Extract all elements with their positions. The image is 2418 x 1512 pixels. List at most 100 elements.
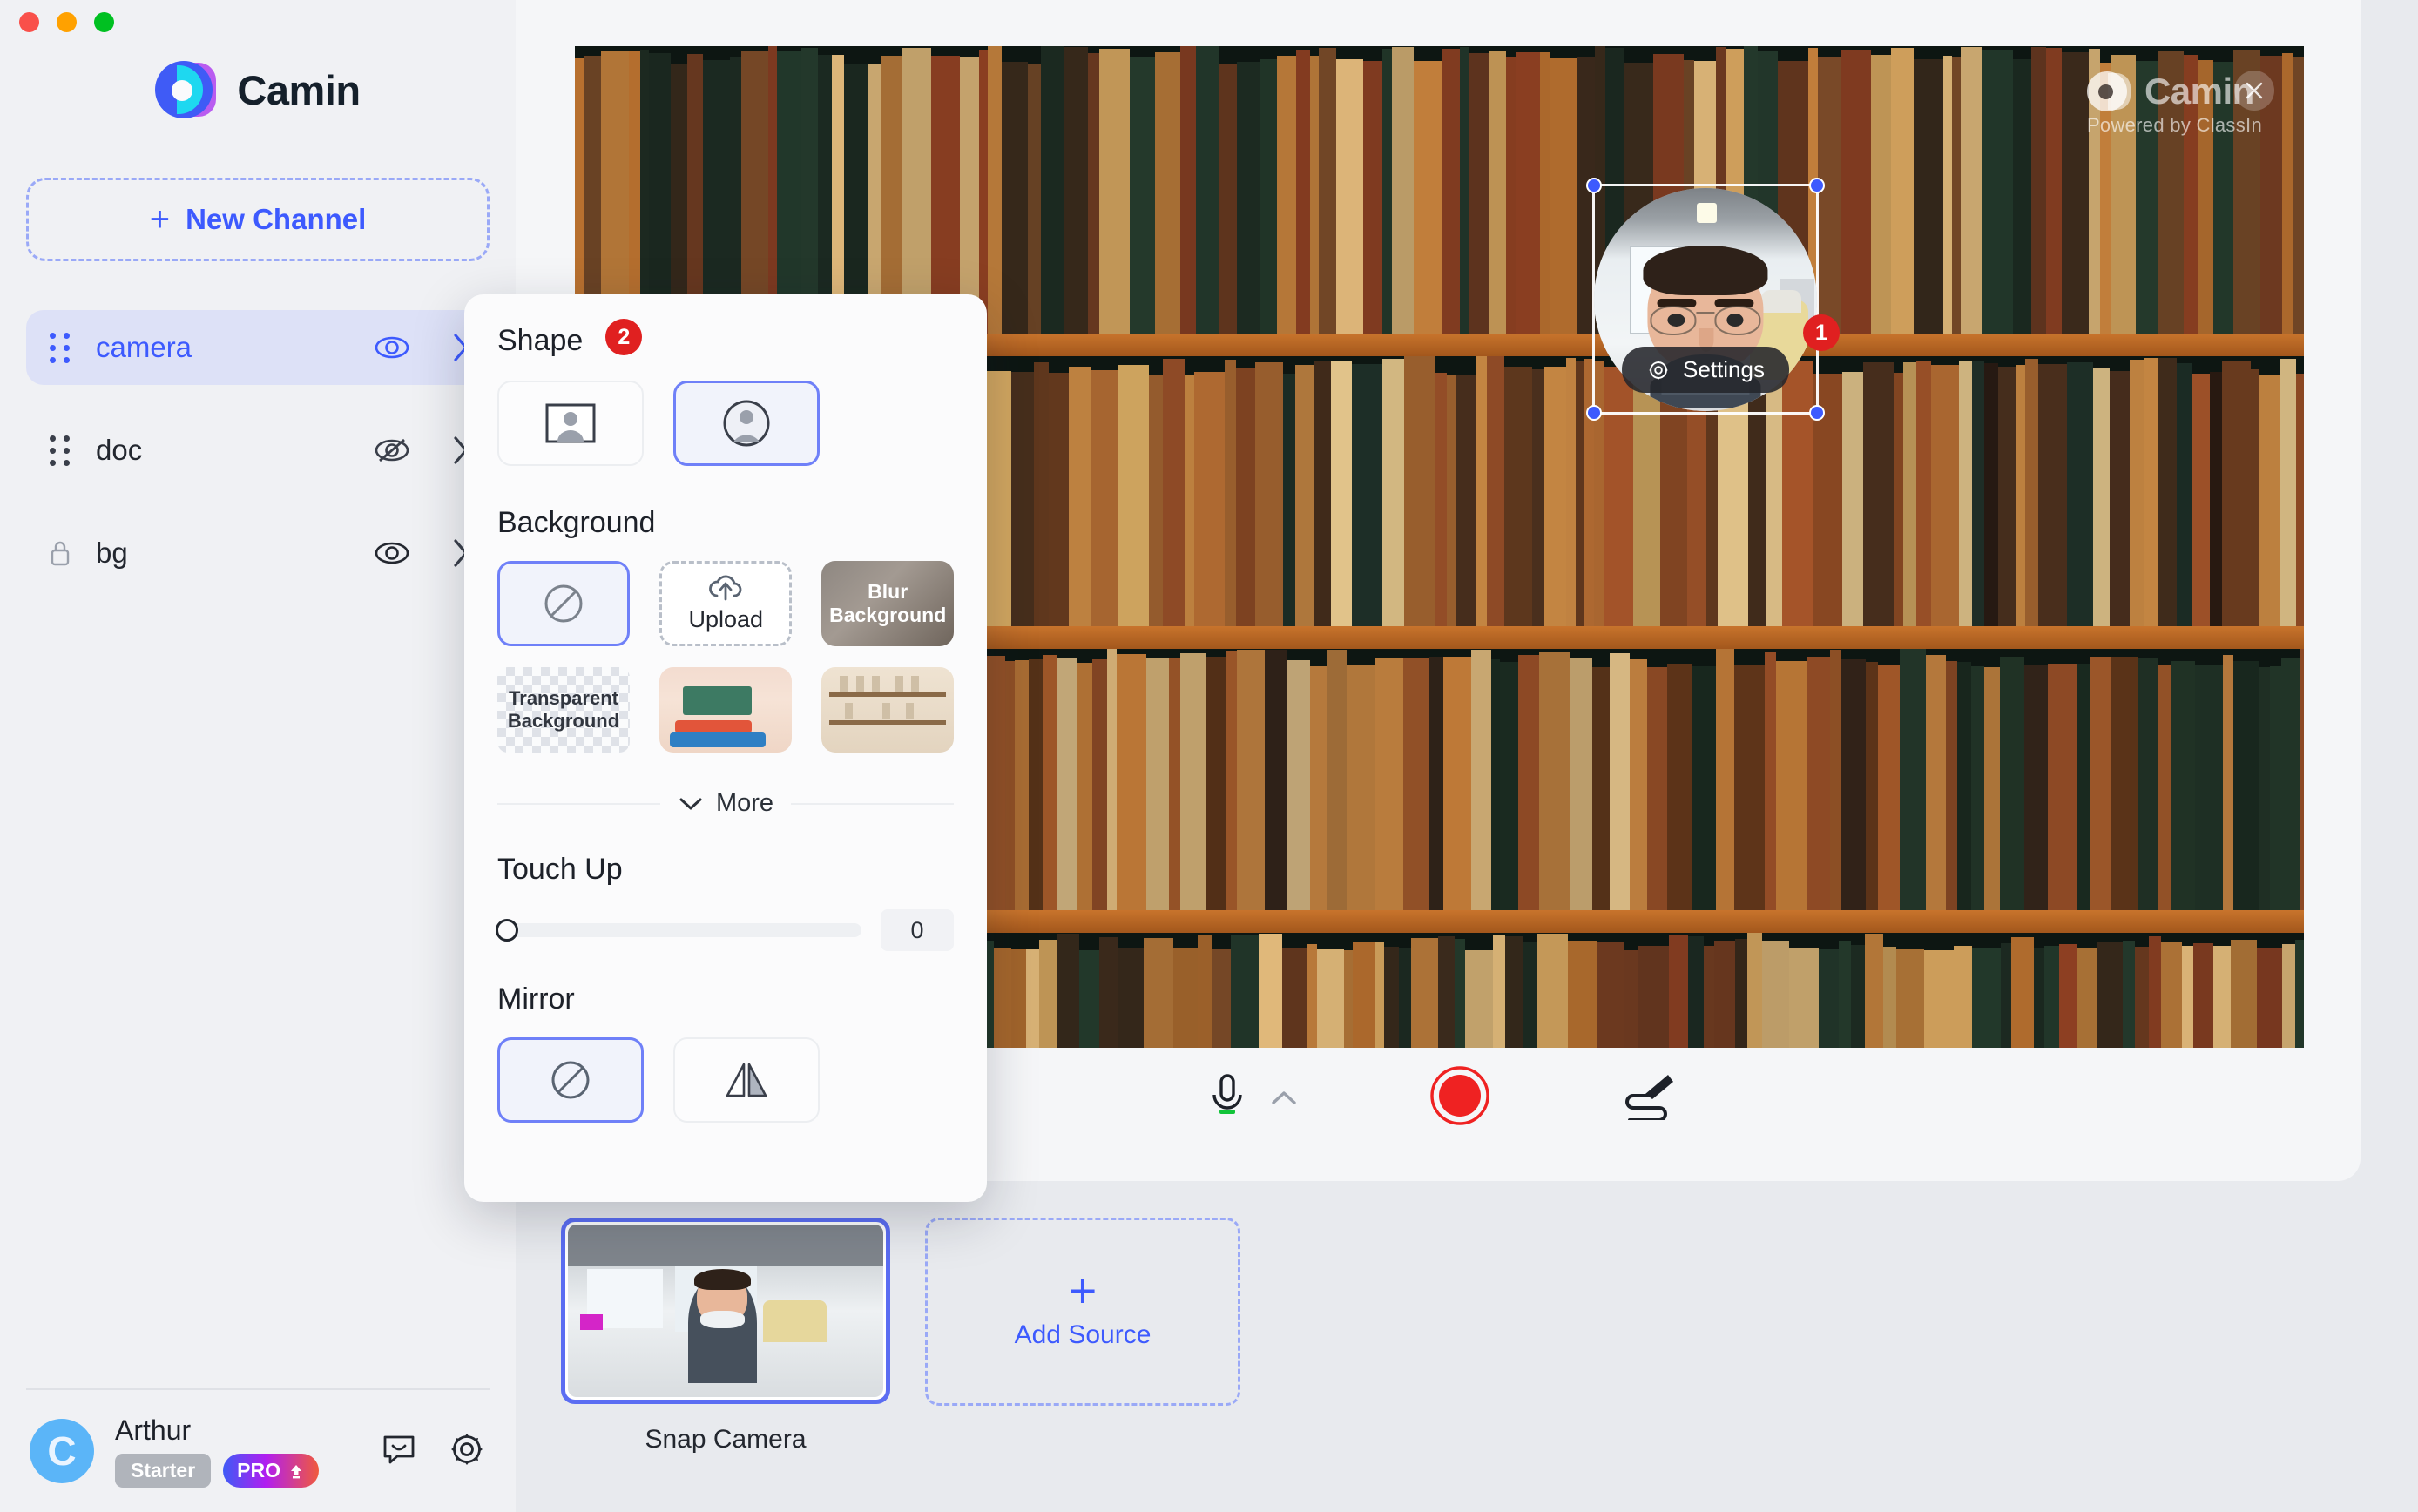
book-spine <box>1894 373 1903 626</box>
book-spine <box>1914 59 1943 334</box>
book-spine <box>2193 943 2213 1048</box>
book-spine <box>2000 657 2024 910</box>
camera-settings-button[interactable]: Settings 1 <box>1622 314 1840 393</box>
touch-up-value[interactable]: 0 <box>881 909 954 951</box>
feedback-icon[interactable] <box>380 1430 418 1473</box>
book-spine <box>2136 61 2158 334</box>
drag-handle-icon[interactable] <box>45 332 75 363</box>
microphone-button[interactable] <box>1203 1071 1299 1125</box>
slider-knob[interactable] <box>496 919 518 942</box>
background-option-none[interactable] <box>497 561 631 646</box>
shape-option-circle[interactable] <box>673 381 820 466</box>
book-spine <box>1180 653 1206 910</box>
book-spine <box>1491 659 1500 910</box>
book-spine <box>1011 372 1034 626</box>
book-spine <box>1841 659 1866 910</box>
avatar[interactable]: C <box>30 1419 94 1483</box>
book-spine <box>2281 658 2300 910</box>
book-spine <box>1336 59 1363 334</box>
touch-up-title: Touch Up <box>497 853 623 886</box>
book-spine <box>1610 653 1630 910</box>
eye-visible-icon[interactable] <box>375 541 409 565</box>
book-spine <box>1465 950 1493 1048</box>
book-spine <box>2158 665 2171 910</box>
book-spine <box>1504 367 1532 626</box>
book-spine <box>979 50 988 334</box>
minimize-window-button[interactable] <box>57 12 77 32</box>
plus-icon: + <box>149 200 171 239</box>
book-spine <box>1265 650 1287 910</box>
book-spine <box>1352 364 1382 626</box>
background-option-transparent[interactable]: Transparent Background <box>497 667 630 753</box>
book-spine <box>1518 655 1539 910</box>
book-spine <box>1039 940 1057 1048</box>
zoom-window-button[interactable] <box>94 12 114 32</box>
sidebar-item-camera[interactable]: camera <box>26 310 490 385</box>
close-window-button[interactable] <box>19 12 39 32</box>
eye-visible-icon[interactable] <box>375 335 409 360</box>
book-spine <box>2300 649 2304 910</box>
book-spine <box>2259 667 2270 910</box>
mirror-option-flip-horizontal[interactable] <box>673 1037 820 1123</box>
drag-handle-icon[interactable] <box>45 435 75 466</box>
rectangle-portrait-icon <box>545 403 596 443</box>
book-spine <box>2222 361 2251 626</box>
step-badge-2: 2 <box>605 319 643 355</box>
book-spine <box>1630 659 1647 910</box>
book-spine <box>902 48 931 334</box>
record-button[interactable] <box>1429 1065 1490 1131</box>
upload-arrow-icon <box>291 1464 301 1478</box>
shape-option-rectangle[interactable] <box>497 381 644 466</box>
book-spine <box>1638 946 1669 1048</box>
book-spine <box>1716 649 1734 910</box>
user-badges: Starter PRO <box>115 1454 319 1488</box>
book-spine <box>868 64 881 334</box>
book-spine <box>2171 661 2195 910</box>
sidebar-item-bg[interactable]: bg <box>26 516 490 591</box>
background-option-blur[interactable]: Blur Background <box>821 561 954 646</box>
book-spine <box>1331 361 1352 626</box>
camera-overlay-frame[interactable]: Settings 1 <box>1586 178 1840 421</box>
book-spine <box>1206 657 1226 910</box>
add-source-button[interactable]: + Add Source <box>925 1218 1240 1406</box>
book-spine <box>988 46 1002 334</box>
book-spine <box>2177 363 2192 626</box>
book-spine <box>1714 941 1735 1048</box>
touch-up-slider[interactable] <box>496 919 861 942</box>
book-spine <box>1144 938 1173 1048</box>
book-spine <box>1057 934 1079 1048</box>
sidebar-item-doc[interactable]: doc <box>26 413 490 488</box>
no-mirror-icon <box>551 1061 590 1099</box>
book-spine <box>1411 938 1438 1048</box>
book-spine <box>1091 370 1118 626</box>
mirror-option-off[interactable] <box>497 1037 644 1123</box>
eye-hidden-icon[interactable] <box>375 438 409 462</box>
upload-label: Upload <box>688 606 764 633</box>
book-spine <box>1900 649 1926 910</box>
book-spine <box>1382 359 1404 626</box>
close-icon[interactable] <box>2234 71 2274 111</box>
plan-badge: Starter <box>115 1454 212 1488</box>
book-spine <box>1903 362 1916 626</box>
book-spine <box>1107 649 1117 910</box>
user-name: Arthur <box>115 1414 192 1446</box>
upgrade-pro-button[interactable]: PRO <box>223 1454 319 1488</box>
book-spine <box>1319 48 1336 334</box>
book-spine <box>1865 934 1883 1048</box>
book-spine <box>1442 49 1460 334</box>
book-spine <box>2046 48 2062 334</box>
book-spine <box>1954 946 1972 1048</box>
source-thumbnail-snap-camera[interactable] <box>561 1218 890 1404</box>
gear-icon[interactable] <box>448 1430 486 1473</box>
new-channel-button[interactable]: + New Channel <box>26 178 490 261</box>
book-spine <box>1972 361 1984 626</box>
annotate-button[interactable] <box>1621 1071 1677 1124</box>
book-spine <box>1669 935 1688 1048</box>
background-option-upload[interactable]: Upload <box>659 561 793 646</box>
pro-label: PRO <box>237 1459 280 1482</box>
book-spine <box>1363 61 1382 334</box>
background-option-library[interactable] <box>821 667 954 753</box>
more-toggle-button[interactable]: More <box>678 789 773 818</box>
background-option-classroom[interactable] <box>659 667 792 753</box>
book-spine <box>1005 661 1015 910</box>
